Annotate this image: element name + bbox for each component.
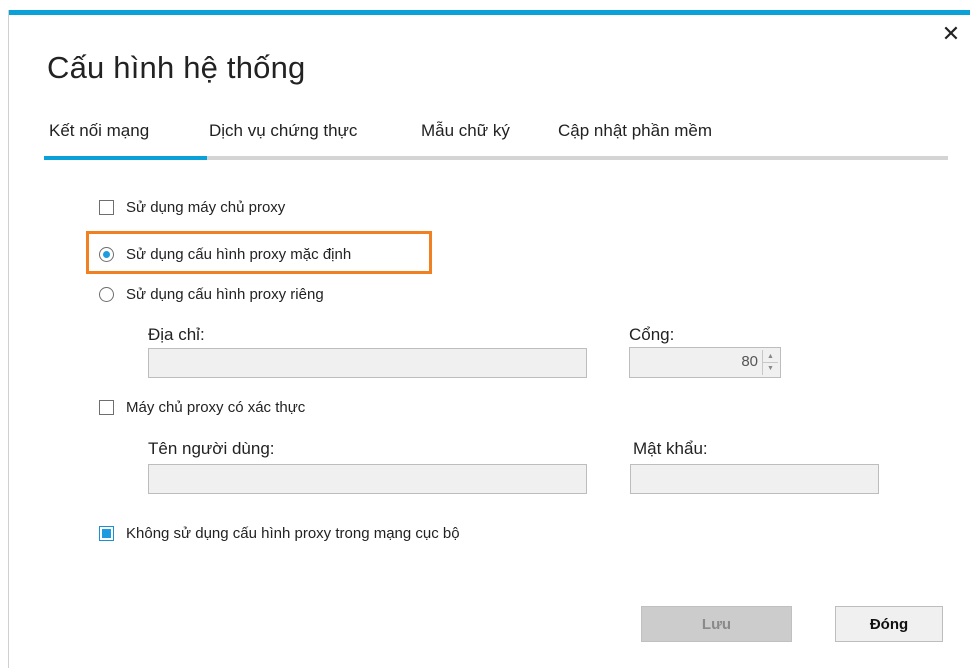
username-input[interactable] (148, 464, 587, 494)
use-proxy-checkbox[interactable] (99, 200, 114, 215)
default-proxy-label: Sử dụng cấu hình proxy mặc định (126, 246, 352, 263)
tab-software-update[interactable]: Cập nhật phần mềm (553, 118, 758, 156)
tab-certification-service[interactable]: Dịch vụ chứng thực (204, 118, 399, 156)
use-proxy-option[interactable]: Sử dụng máy chủ proxy (99, 199, 285, 216)
bypass-local-label: Không sử dụng cấu hình proxy trong mạng … (126, 525, 460, 542)
proxy-auth-label: Máy chủ proxy có xác thực (126, 399, 306, 416)
password-input[interactable] (630, 464, 879, 494)
port-label: Cổng: (629, 325, 675, 344)
custom-proxy-label: Sử dụng cấu hình proxy riêng (126, 286, 324, 303)
port-stepper[interactable]: 80 ▲ ▼ (629, 347, 781, 378)
chevron-down-icon[interactable]: ▼ (763, 362, 778, 374)
dialog-accent-bar (9, 10, 970, 15)
password-label: Mật khẩu: (633, 439, 708, 458)
system-config-dialog: ✕ Cấu hình hệ thống Kết nối mạng Dịch vụ… (8, 10, 970, 668)
port-spin-buttons: ▲ ▼ (762, 350, 778, 375)
port-value: 80 (741, 353, 758, 370)
proxy-auth-checkbox[interactable] (99, 400, 114, 415)
tab-network-connection[interactable]: Kết nối mạng (44, 118, 207, 160)
custom-proxy-option[interactable]: Sử dụng cấu hình proxy riêng (99, 286, 324, 303)
tab-signature-template[interactable]: Mẫu chữ ký (416, 118, 541, 156)
bypass-local-option[interactable]: Không sử dụng cấu hình proxy trong mạng … (99, 525, 460, 542)
tab-bar: Kết nối mạng Dịch vụ chứng thực Mẫu chữ … (44, 118, 948, 160)
address-label: Địa chỉ: (148, 325, 205, 344)
default-proxy-radio[interactable] (99, 247, 114, 262)
username-label: Tên người dùng: (148, 439, 275, 458)
dialog-title: Cấu hình hệ thống (47, 50, 306, 85)
close-button[interactable]: Đóng (835, 606, 943, 642)
use-proxy-label: Sử dụng máy chủ proxy (126, 199, 286, 216)
proxy-auth-option[interactable]: Máy chủ proxy có xác thực (99, 399, 305, 416)
default-proxy-option[interactable]: Sử dụng cấu hình proxy mặc định (99, 246, 351, 263)
custom-proxy-radio[interactable] (99, 287, 114, 302)
close-icon[interactable]: ✕ (941, 23, 961, 45)
address-input[interactable] (148, 348, 587, 378)
bypass-local-checkbox[interactable] (99, 526, 114, 541)
save-button[interactable]: Lưu (641, 606, 792, 642)
